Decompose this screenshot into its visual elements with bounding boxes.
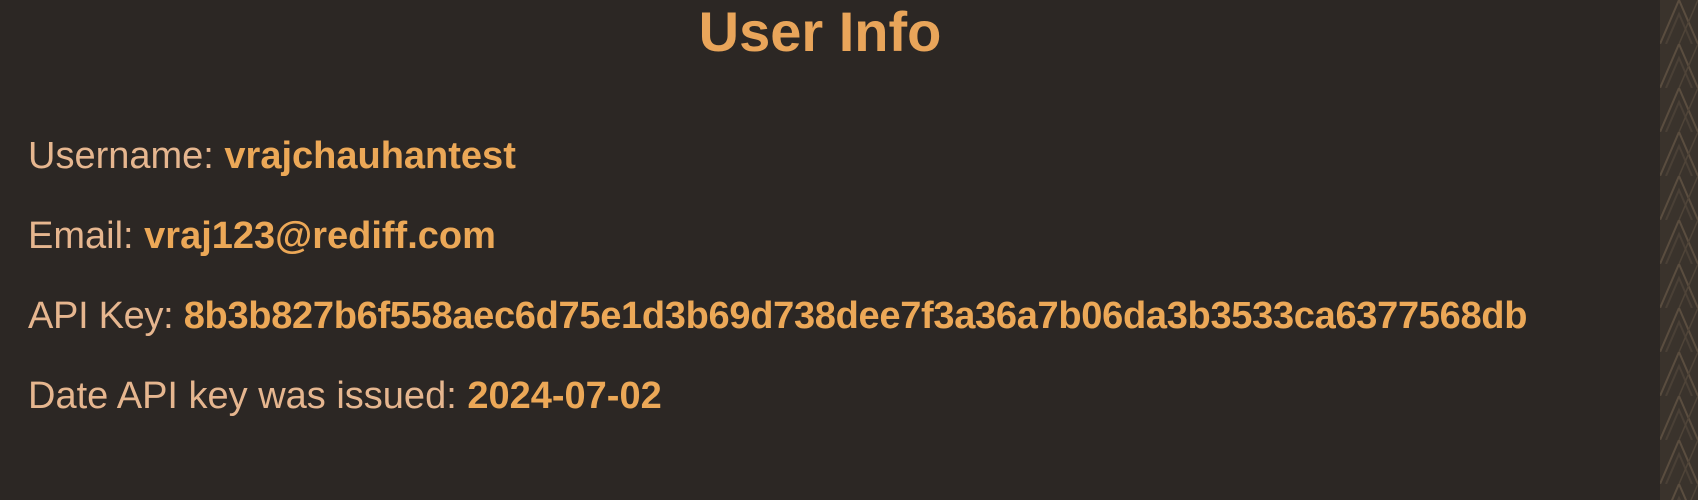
page-title: User Info [698,0,942,63]
api-key-date-value: 2024-07-02 [467,375,662,417]
api-key-label: API Key: [28,295,184,337]
username-value: vrajchauhantest [224,135,516,177]
username-row: Username: vrajchauhantest [28,133,516,179]
api-key-value: 8b3b827b6f558aec6d75e1d3b69d738dee7f3a36… [183,295,1528,337]
api-key-date-label: Date API key was issued: [28,375,468,417]
username-label: Username: [28,135,225,177]
api-key-row: API Key: 8b3b827b6f558aec6d75e1d3b69d738… [28,293,1527,339]
api-key-date-row: Date API key was issued: 2024-07-02 [28,373,662,419]
decorative-side-pattern [1660,0,1698,500]
email-value: vraj123@rediff.com [144,215,496,257]
user-info-panel: User Info Username: vrajchauhantest Emai… [0,0,1660,500]
email-row: Email: vraj123@rediff.com [28,213,496,259]
email-label: Email: [28,215,145,257]
